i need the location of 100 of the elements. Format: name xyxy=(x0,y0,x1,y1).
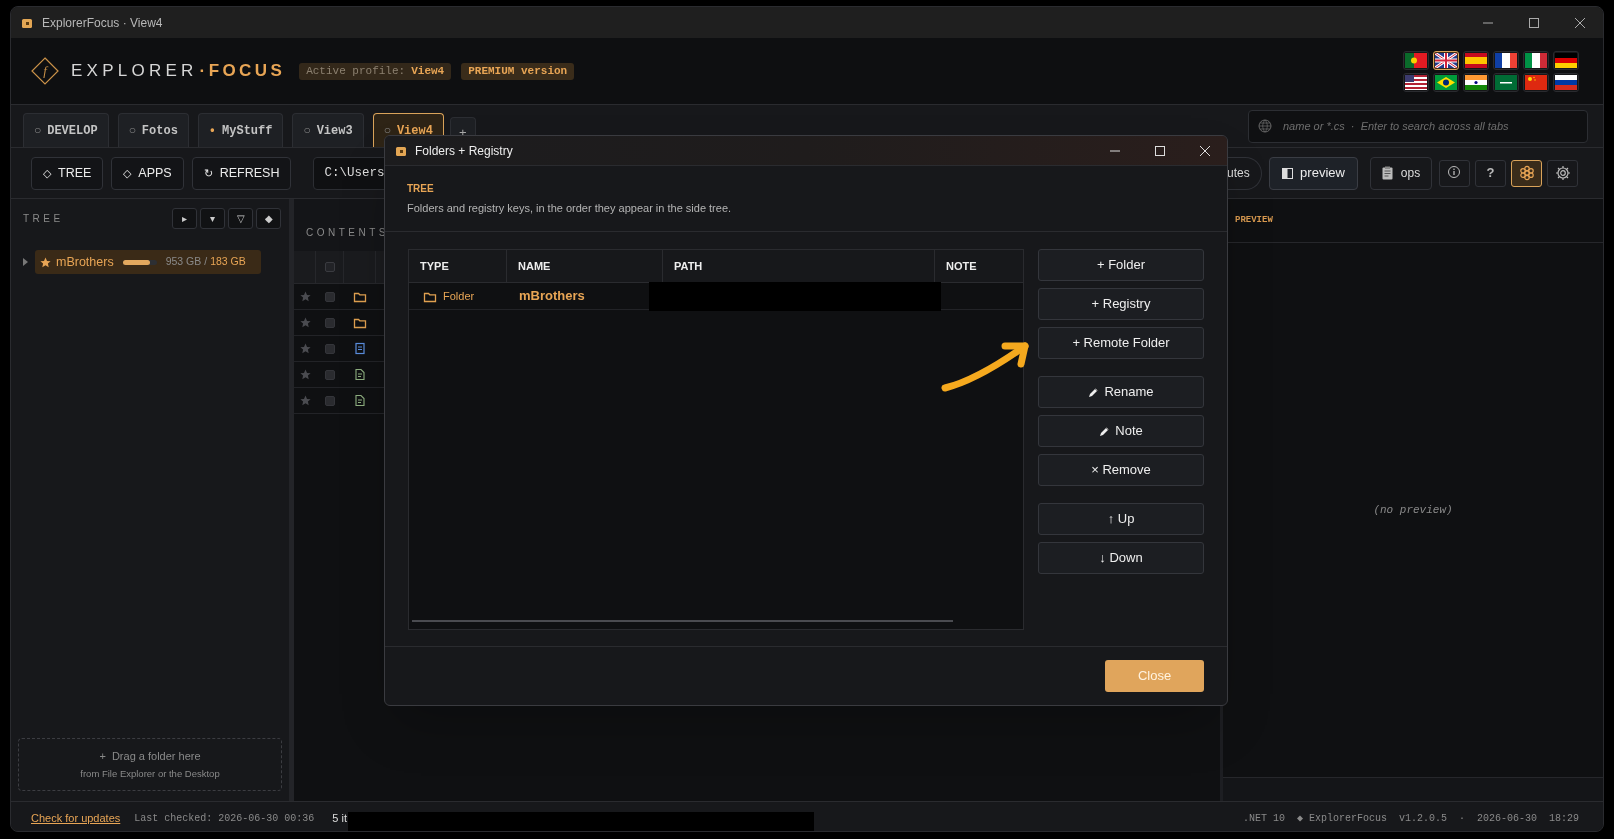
drop-zone-hint: from File Explorer or the Desktop xyxy=(80,767,220,782)
flag-button[interactable] xyxy=(1493,50,1519,70)
diamond-icon xyxy=(31,57,59,85)
flag-icon xyxy=(1525,74,1547,90)
type-cell-text: Folder xyxy=(443,288,475,304)
dialog-button[interactable]: ↓ Down xyxy=(1038,542,1204,574)
status-text: 2026-06-30 xyxy=(1476,811,1537,826)
brand-name: ·FOCUS xyxy=(199,60,286,83)
preview-button[interactable]: preview xyxy=(1269,156,1358,190)
info-icon xyxy=(1446,165,1463,181)
pencil-icon xyxy=(1099,425,1111,437)
toolbar-button[interactable]: ↻ REFRESH xyxy=(191,156,292,190)
column-header[interactable]: TYPE xyxy=(409,250,507,282)
toolbar-button[interactable]: ◇ TREE xyxy=(31,156,104,190)
flag-button[interactable] xyxy=(1463,72,1489,92)
help-button[interactable]: ? xyxy=(1475,159,1506,187)
gear-button[interactable] xyxy=(1547,159,1578,187)
column-header[interactable]: NOTE xyxy=(935,250,1023,282)
select-all-checkbox[interactable] xyxy=(324,262,335,272)
star-icon[interactable] xyxy=(299,343,311,354)
dialog-button[interactable]: × Remove xyxy=(1038,454,1204,486)
ops-button[interactable]: ops xyxy=(1370,156,1432,190)
star-icon[interactable] xyxy=(299,291,311,302)
name-cell-text: mBrothers xyxy=(518,287,586,306)
toolbar-button[interactable]: ◇ APPS xyxy=(111,156,184,190)
tree-tool-button[interactable]: ▽ xyxy=(228,207,253,229)
item-count: 5 it xyxy=(332,810,347,826)
tree-tool-button[interactable]: ◆ xyxy=(256,207,281,229)
document-icon xyxy=(353,368,367,381)
maximize-icon xyxy=(1152,144,1167,157)
expand-arrow-icon[interactable] xyxy=(21,258,29,266)
flag-button[interactable] xyxy=(1553,50,1579,70)
dialog-button[interactable]: + Remote Folder xyxy=(1038,327,1204,359)
flag-button[interactable] xyxy=(1523,72,1549,92)
flag-button[interactable] xyxy=(1433,50,1459,70)
profile-name: View4 xyxy=(411,63,445,79)
app-icon xyxy=(21,16,33,29)
row-checkbox[interactable] xyxy=(325,369,335,380)
settings-icon xyxy=(1554,165,1571,181)
last-checked-text: Last checked: 2026-06-30 00:36 xyxy=(134,811,315,826)
flag-button[interactable] xyxy=(1433,72,1459,92)
star-icon[interactable] xyxy=(299,395,311,406)
dialog-button[interactable]: + Registry xyxy=(1038,288,1204,320)
status-text: · xyxy=(1458,811,1465,826)
flag-button[interactable] xyxy=(1403,50,1429,70)
flag-button[interactable] xyxy=(1553,72,1579,92)
tree-tool-button[interactable]: ▸ xyxy=(172,207,197,229)
tab[interactable]: ○ DEVELOP xyxy=(23,113,109,147)
section-description: Folders and registry keys, in the order they appear in the side tree. xyxy=(407,201,733,216)
tab[interactable]: • MyStuff xyxy=(197,113,284,147)
search-field[interactable]: name or *.cs · Enter to search across all tabs xyxy=(1248,109,1588,143)
tab[interactable]: ○ Fotos xyxy=(117,113,189,147)
row-checkbox[interactable] xyxy=(325,291,335,302)
window-title: ExplorerFocus · View4 xyxy=(42,14,163,32)
tab[interactable]: ○ View3 xyxy=(292,113,364,147)
flag-icon xyxy=(1525,52,1547,68)
flag-button[interactable] xyxy=(1493,72,1519,92)
close-icon xyxy=(1573,16,1587,29)
row-checkbox[interactable] xyxy=(325,317,335,328)
dialog-button[interactable]: ↑ Up xyxy=(1038,503,1204,535)
tree-item-name: mBrothers xyxy=(56,253,114,271)
flower-button[interactable] xyxy=(1511,159,1542,187)
info-button[interactable] xyxy=(1439,159,1470,187)
pencil-icon xyxy=(1088,386,1100,398)
section-title: TREE xyxy=(407,182,435,196)
total-size: 183 GB xyxy=(210,254,246,270)
dialog-button[interactable]: + Folder xyxy=(1038,249,1204,281)
empty-preview-text: (no preview) xyxy=(1373,502,1453,518)
flag-icon xyxy=(1495,74,1517,90)
flag-icon xyxy=(1435,74,1457,90)
flag-button[interactable] xyxy=(1523,50,1549,70)
drop-zone-title: + Drag a folder here xyxy=(99,748,201,764)
flag-button[interactable] xyxy=(1463,50,1489,70)
size-separator: / xyxy=(204,254,208,270)
globe-icon xyxy=(1258,118,1272,133)
scrollbar[interactable] xyxy=(412,620,953,622)
status-text: .NET 10 xyxy=(1242,811,1285,826)
flag-icon xyxy=(1435,52,1457,68)
dialog-button[interactable]: Rename xyxy=(1038,376,1204,408)
close-icon xyxy=(1197,144,1212,157)
flag-icon xyxy=(1405,74,1427,90)
edition-badge: PREMIUM version xyxy=(461,62,575,80)
flag-button[interactable] xyxy=(1403,72,1429,92)
dialog-button[interactable]: Note xyxy=(1038,415,1204,447)
folder-icon xyxy=(395,144,407,157)
tree-tool-button[interactable]: ▾ xyxy=(200,207,225,229)
star-icon[interactable] xyxy=(299,317,311,328)
brand-name: EXPLORER xyxy=(71,60,198,83)
update-link[interactable]: Check for updates xyxy=(31,809,121,827)
folder-icon xyxy=(353,290,367,303)
status-text: v1.2.0.5 xyxy=(1398,811,1447,826)
star-icon[interactable] xyxy=(299,369,311,380)
panel-icon xyxy=(1282,167,1294,179)
clipboard-icon xyxy=(1381,166,1393,180)
row-checkbox[interactable] xyxy=(325,395,335,406)
file-icon xyxy=(353,342,367,355)
tree-item[interactable]: mBrothers 953 GB / 183 GB xyxy=(35,250,261,274)
flag-icon xyxy=(1465,52,1487,68)
profile-label: Active profile: xyxy=(306,63,406,79)
row-checkbox[interactable] xyxy=(325,343,335,354)
